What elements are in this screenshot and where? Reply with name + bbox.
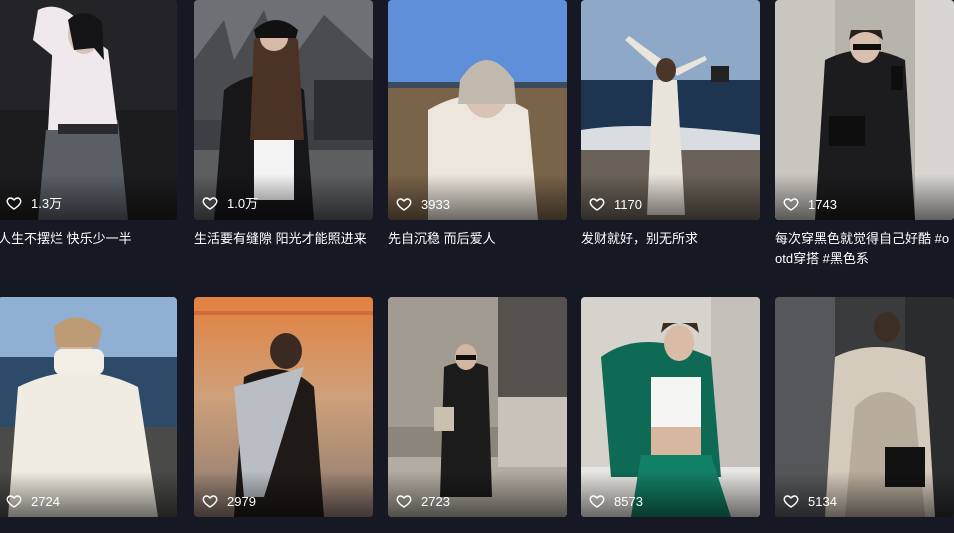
video-thumbnail[interactable]: 1743 bbox=[775, 0, 954, 220]
like-count: 1743 bbox=[783, 196, 837, 212]
like-count-text: 3933 bbox=[421, 196, 450, 212]
video-card[interactable]: 2979 bbox=[194, 297, 373, 526]
heart-outline-icon bbox=[396, 198, 412, 211]
video-thumbnail[interactable]: 1.0万 bbox=[194, 0, 373, 220]
like-count-text: 2979 bbox=[227, 493, 256, 509]
video-card[interactable]: 1743 每次穿黑色就觉得自己好酷 #ootd穿搭 #黑色系 bbox=[775, 0, 954, 269]
like-count: 1170 bbox=[589, 196, 642, 212]
video-caption[interactable]: 生活要有缝隙 阳光才能照进来 bbox=[194, 229, 373, 249]
heart-outline-icon bbox=[783, 198, 799, 211]
thumbnail-image bbox=[0, 297, 177, 517]
thumbnail-image bbox=[581, 0, 760, 220]
video-card[interactable]: 5134 bbox=[775, 297, 954, 526]
heart-outline-icon bbox=[589, 495, 605, 508]
video-grid: 1.3万 人生不摆烂 快乐少一半 1.0万 生活要有缝隙 阳光才能照进来 393… bbox=[0, 0, 954, 533]
heart-outline-icon bbox=[6, 495, 22, 508]
video-caption[interactable]: 先自沉稳 而后爱人 bbox=[388, 229, 567, 249]
video-caption[interactable]: 每次穿黑色就觉得自己好酷 #ootd穿搭 #黑色系 bbox=[775, 229, 954, 269]
video-thumbnail[interactable]: 3933 bbox=[388, 0, 567, 220]
heart-outline-icon bbox=[202, 495, 218, 508]
thumbnail-image bbox=[775, 0, 954, 220]
thumbnail-image bbox=[194, 0, 373, 220]
like-count: 2724 bbox=[6, 493, 60, 509]
heart-outline-icon bbox=[589, 198, 605, 211]
video-card[interactable]: 8573 bbox=[581, 297, 760, 526]
video-thumbnail[interactable]: 2724 bbox=[0, 297, 177, 517]
video-card[interactable]: 2724 bbox=[0, 297, 177, 526]
like-count-text: 1.3万 bbox=[31, 196, 63, 211]
like-count: 3933 bbox=[396, 196, 450, 212]
video-card[interactable]: 1.3万 人生不摆烂 快乐少一半 bbox=[0, 0, 177, 249]
like-count-text: 1743 bbox=[808, 196, 837, 212]
thumbnail-image bbox=[775, 297, 954, 517]
heart-outline-icon bbox=[396, 495, 412, 508]
video-thumbnail[interactable]: 8573 bbox=[581, 297, 760, 517]
heart-outline-icon bbox=[783, 495, 799, 508]
video-thumbnail[interactable]: 2979 bbox=[194, 297, 373, 517]
like-count: 1.0万 bbox=[202, 193, 258, 212]
thumbnail-image bbox=[388, 0, 567, 220]
like-count-text: 1170 bbox=[614, 196, 642, 212]
like-count-text: 5134 bbox=[808, 493, 837, 509]
thumbnail-image bbox=[0, 0, 177, 220]
video-card[interactable]: 1.0万 生活要有缝隙 阳光才能照进来 bbox=[194, 0, 373, 249]
like-count-text: 2723 bbox=[421, 493, 450, 509]
video-thumbnail[interactable]: 1170 bbox=[581, 0, 760, 220]
like-count-text: 8573 bbox=[614, 493, 643, 509]
video-thumbnail[interactable]: 5134 bbox=[775, 297, 954, 517]
video-card[interactable]: 1170 发财就好，别无所求 bbox=[581, 0, 760, 249]
like-count: 1.3万 bbox=[6, 193, 62, 212]
video-card[interactable]: 2723 bbox=[388, 297, 567, 526]
thumbnail-image bbox=[581, 297, 760, 517]
video-thumbnail[interactable]: 1.3万 bbox=[0, 0, 177, 220]
thumbnail-image bbox=[194, 297, 373, 517]
video-caption[interactable]: 发财就好，别无所求 bbox=[581, 229, 760, 249]
like-count: 2723 bbox=[396, 493, 450, 509]
video-caption[interactable]: 人生不摆烂 快乐少一半 bbox=[0, 229, 177, 249]
like-count: 2979 bbox=[202, 493, 256, 509]
video-card[interactable]: 3933 先自沉稳 而后爱人 bbox=[388, 0, 567, 249]
thumbnail-image bbox=[388, 297, 567, 517]
like-count-text: 2724 bbox=[31, 493, 60, 509]
like-count-text: 1.0万 bbox=[227, 196, 259, 211]
heart-outline-icon bbox=[6, 196, 22, 210]
like-count: 8573 bbox=[589, 493, 643, 509]
video-thumbnail[interactable]: 2723 bbox=[388, 297, 567, 517]
heart-outline-icon bbox=[202, 196, 218, 210]
like-count: 5134 bbox=[783, 493, 837, 509]
